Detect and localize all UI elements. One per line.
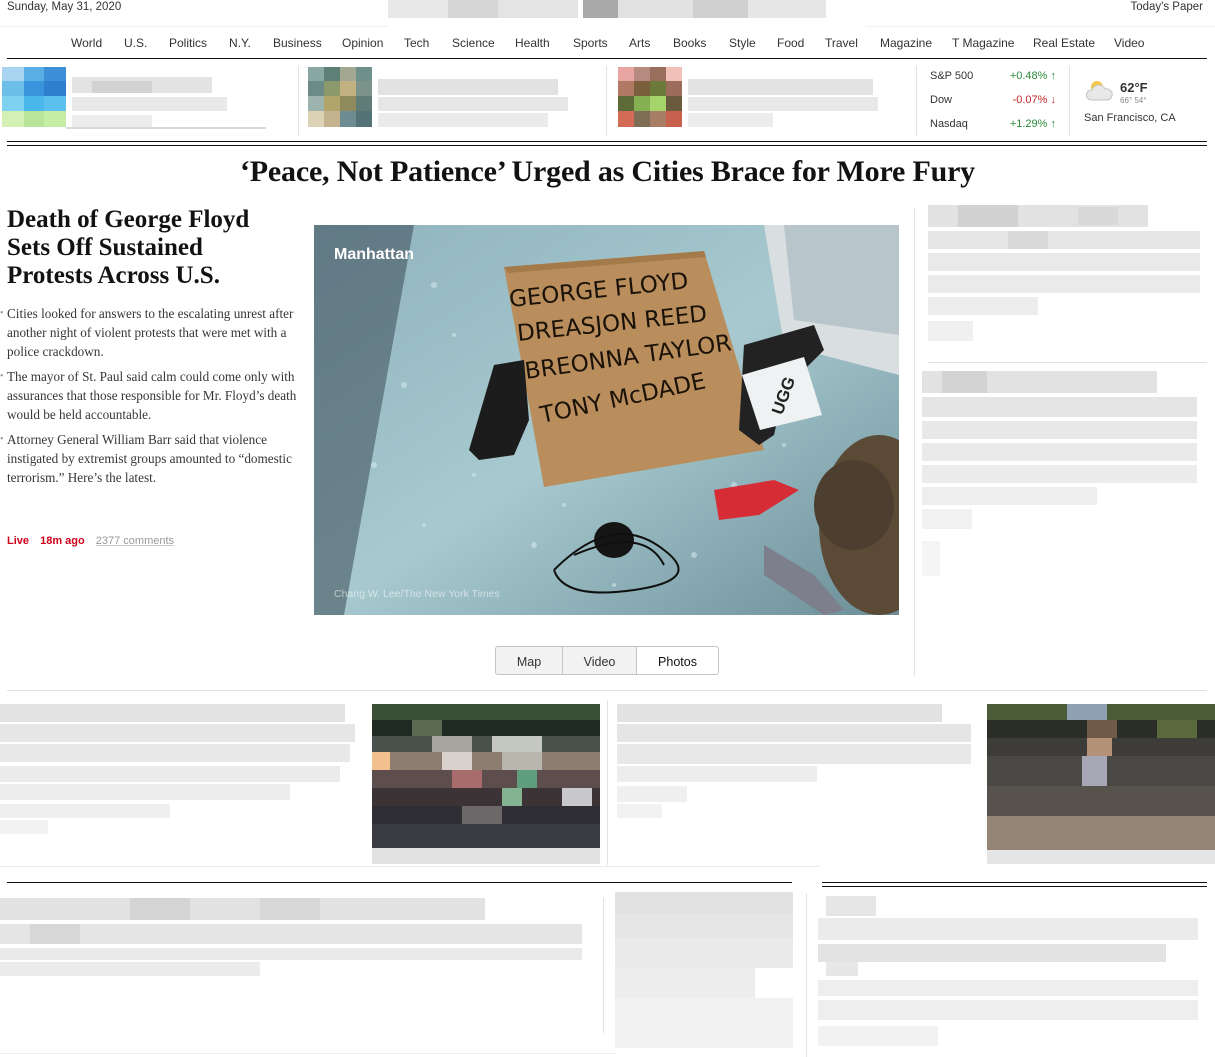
weather-city: San Francisco, CA [1084, 112, 1176, 124]
bottom-story-image[interactable] [615, 892, 795, 1057]
live-badge: Live [7, 535, 30, 547]
market-name: Dow [930, 94, 953, 106]
market-change: +0.48% ↑ [1009, 70, 1057, 82]
market-change: -0.07% ↓ [1012, 94, 1057, 106]
weather-hilo: 66° 54° [1120, 96, 1147, 105]
nav-tech[interactable]: Tech [404, 36, 429, 50]
secondary-story[interactable] [617, 704, 972, 819]
bottom-story[interactable] [818, 896, 1208, 1056]
markets-widget[interactable]: S&P 500 +0.48% ↑ Dow -0.07% ↓ Nasdaq +1.… [916, 62, 1066, 140]
nav-world[interactable]: World [71, 36, 102, 50]
timestamp: 18m ago [40, 535, 85, 547]
nav-real-estate[interactable]: Real Estate [1033, 36, 1095, 50]
arrow-down-icon: ↓ [1050, 94, 1057, 106]
media-tabs: Map Video Photos [495, 646, 719, 677]
right-rail-story[interactable] [928, 205, 1203, 355]
lead-photo[interactable]: UGG GEORGE FLOYD DREASJON REED BREONNA T… [314, 225, 899, 615]
lead-summary-list: Cities looked for answers to the escalat… [0, 304, 297, 493]
nav-health[interactable]: Health [515, 36, 550, 50]
market-row-dow[interactable]: Dow -0.07% ↓ [930, 90, 1056, 112]
tab-map[interactable]: Map [495, 646, 563, 675]
weather-temp: 62°F [1120, 80, 1148, 95]
summary-item: The mayor of St. Paul said calm could co… [0, 367, 297, 424]
nav-arts[interactable]: Arts [629, 36, 650, 50]
secondary-story[interactable] [0, 704, 357, 834]
masthead-logo[interactable] [388, 0, 828, 18]
promo-item[interactable] [618, 67, 878, 129]
lead-meta: Live 18m ago 2377 comments [7, 535, 174, 547]
arrow-up-icon: ↑ [1050, 70, 1057, 82]
photo-credit: Chang W. Lee/The New York Times [334, 588, 500, 600]
lead-headline[interactable]: Death of George Floyd Sets Off Sustained… [7, 206, 292, 290]
arrow-up-icon: ↑ [1050, 118, 1057, 130]
summary-item: Cities looked for answers to the escalat… [0, 304, 297, 361]
bottom-story[interactable] [0, 898, 590, 978]
nav-books[interactable]: Books [673, 36, 706, 50]
tab-video[interactable]: Video [562, 646, 637, 675]
todays-paper-link[interactable]: Today's Paper [1130, 1, 1203, 13]
market-row-nasdaq[interactable]: Nasdaq +1.29% ↑ [930, 114, 1056, 136]
nav-magazine[interactable]: Magazine [880, 36, 932, 50]
weather-widget[interactable]: 62°F 66° 54° San Francisco, CA [1070, 62, 1205, 140]
nav-politics[interactable]: Politics [169, 36, 207, 50]
nav-ny[interactable]: N.Y. [229, 36, 251, 50]
comments-link[interactable]: 2377 comments [96, 535, 174, 547]
date-label: Sunday, May 31, 2020 [7, 1, 122, 13]
section-nav: World U.S. Politics N.Y. Business Opinio… [0, 30, 1215, 60]
nav-travel[interactable]: Travel [825, 36, 858, 50]
market-name: Nasdaq [930, 118, 968, 130]
nav-food[interactable]: Food [777, 36, 804, 50]
banner-headline[interactable]: ‘Peace, Not Patience’ Urged as Cities Br… [0, 155, 1215, 189]
nav-opinion[interactable]: Opinion [342, 36, 383, 50]
nav-us[interactable]: U.S. [124, 36, 147, 50]
lead-photo-image: UGG GEORGE FLOYD DREASJON REED BREONNA T… [314, 225, 899, 615]
nav-business[interactable]: Business [273, 36, 322, 50]
nav-science[interactable]: Science [452, 36, 495, 50]
summary-item: Attorney General William Barr said that … [0, 430, 297, 487]
promo-item[interactable] [308, 67, 590, 129]
tab-photos[interactable]: Photos [636, 646, 719, 675]
right-rail-story[interactable] [922, 371, 1202, 576]
photo-location-label: Manhattan [334, 246, 414, 263]
secondary-story-image[interactable] [987, 704, 1215, 864]
market-row-sp500[interactable]: S&P 500 +0.48% ↑ [930, 66, 1056, 88]
partly-cloudy-icon [1086, 81, 1113, 101]
market-name: S&P 500 [930, 70, 974, 82]
nav-style[interactable]: Style [729, 36, 756, 50]
market-change: +1.29% ↑ [1009, 118, 1057, 130]
promo-item[interactable] [2, 67, 272, 129]
secondary-story-image[interactable] [372, 704, 600, 864]
nav-video[interactable]: Video [1114, 36, 1144, 50]
nav-sports[interactable]: Sports [573, 36, 608, 50]
nav-t-magazine[interactable]: T Magazine [952, 36, 1014, 50]
